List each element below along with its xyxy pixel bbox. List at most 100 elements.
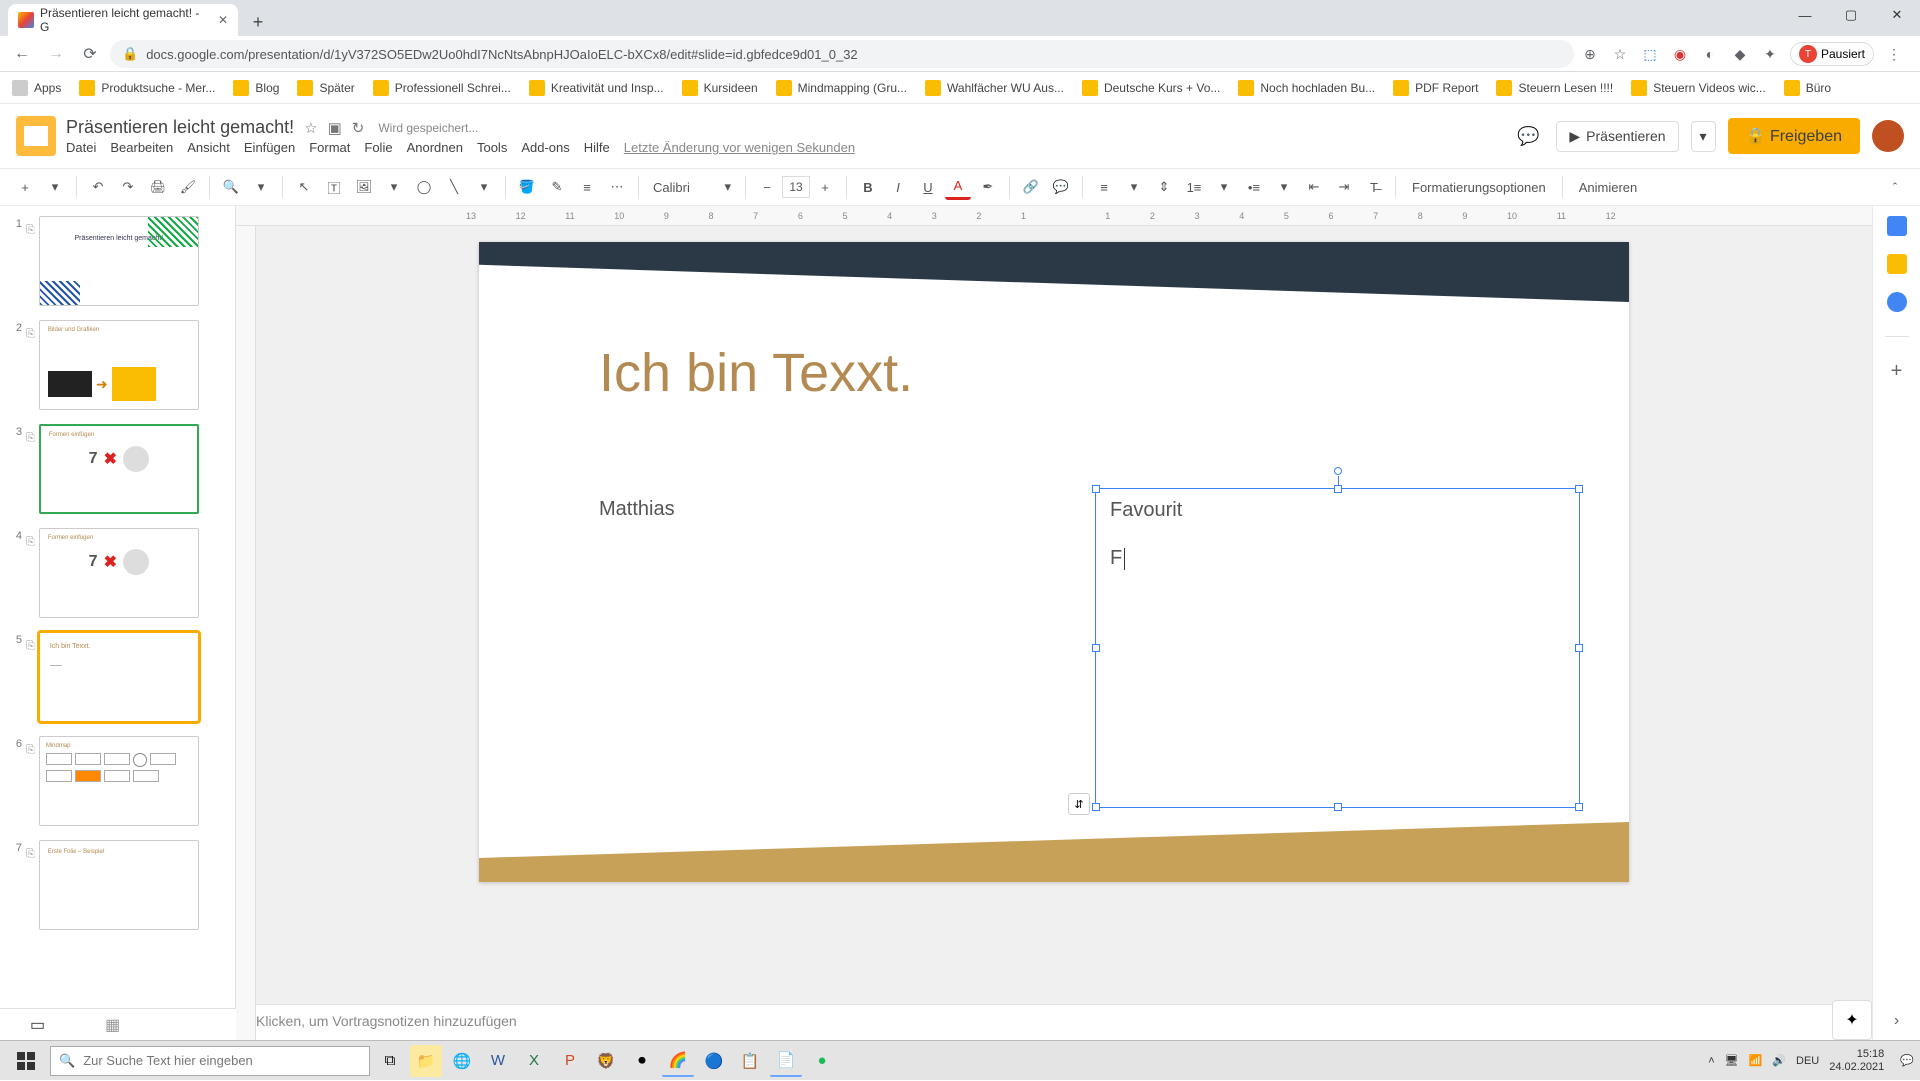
browser-tab[interactable]: Präsentieren leicht gemacht! - G ✕ [8,4,238,36]
line-dropdown[interactable]: ▾ [471,174,497,200]
task-view-icon[interactable]: ⧉ [374,1045,406,1077]
resize-handle-se[interactable] [1575,803,1583,811]
ext1-icon[interactable]: ⬚ [1640,44,1660,64]
taskbar-search[interactable]: 🔍 Zur Suche Text hier eingeben [50,1046,370,1076]
align-button[interactable]: ≡ [1091,174,1117,200]
extensions-icon[interactable]: ✦ [1760,44,1780,64]
menu-arrange[interactable]: Anordnen [407,140,463,155]
textbox-line1[interactable]: Favourit [1110,499,1182,522]
slide-title-text[interactable]: Ich bin Texxt. [599,342,913,404]
tray-clock[interactable]: 15:18 24.02.2021 [1829,1048,1890,1074]
font-size-increase[interactable]: + [812,174,838,200]
image-tool[interactable]: 🖼 [351,174,377,200]
text-color[interactable]: A [945,174,971,200]
last-edit-link[interactable]: Letzte Änderung vor wenigen Sekunden [624,140,855,155]
slide-thumb-3[interactable]: Formen einfügen 7 ✖ [39,424,199,514]
animate-button[interactable]: Animieren [1571,180,1646,195]
new-slide-button[interactable]: + [12,174,38,200]
resize-handle-nw[interactable] [1092,485,1100,493]
list-dropdown[interactable]: ▾ [1211,174,1237,200]
star-icon[interactable]: ☆ [1610,44,1630,64]
link-button[interactable]: 🔗 [1018,174,1044,200]
tray-expand-icon[interactable]: ˄ [1708,1055,1714,1067]
bookmark-item[interactable]: Wahlfächer WU Aus... [925,80,1064,96]
italic-button[interactable]: I [885,174,911,200]
edge2-icon[interactable]: 🔵 [698,1045,730,1077]
border-dash[interactable]: ⋯ [604,174,630,200]
window-minimize[interactable]: — [1782,0,1828,30]
back-button[interactable]: ← [8,40,36,68]
account-avatar[interactable] [1872,120,1904,152]
forward-button[interactable]: → [42,40,70,68]
selected-textbox[interactable]: Favourit F ⇵ [1095,488,1580,808]
fill-color[interactable]: 🪣 [514,174,540,200]
tray-wifi-icon[interactable]: 📶 [1749,1054,1763,1067]
bullet-list[interactable]: •≡ [1241,174,1267,200]
ext4-icon[interactable]: ◆ [1730,44,1750,64]
select-tool[interactable]: ↖ [291,174,317,200]
shape-tool[interactable]: ◯ [411,174,437,200]
slide-thumb-1[interactable]: Präsentieren leicht gemacht! [39,216,199,306]
resize-handle-ne[interactable] [1575,485,1583,493]
bookmark-item[interactable]: Kursideen [682,80,758,96]
tray-volume-icon[interactable]: 🔊 [1772,1054,1786,1067]
new-slide-dropdown[interactable]: ▾ [42,174,68,200]
notifications-icon[interactable]: 💬 [1900,1054,1914,1067]
zoom-dropdown[interactable]: ▾ [248,174,274,200]
window-close[interactable]: ✕ [1874,0,1920,30]
bold-button[interactable]: B [855,174,881,200]
obs-icon[interactable]: ⏺ [626,1045,658,1077]
resize-handle-s[interactable] [1334,803,1342,811]
format-options-button[interactable]: Formatierungsoptionen [1404,180,1554,195]
menu-tools[interactable]: Tools [477,140,507,155]
excel-icon[interactable]: X [518,1045,550,1077]
add-addon-icon[interactable]: + [1887,361,1907,381]
slide-panel[interactable]: 1 ⎘ Präsentieren leicht gemacht! 2 ⎘ Bil… [0,206,236,1040]
bookmark-item[interactable]: Professionell Schrei... [373,80,511,96]
resize-handle-e[interactable] [1575,644,1583,652]
present-dropdown[interactable]: ▾ [1691,121,1716,152]
bookmark-apps[interactable]: Apps [12,80,61,96]
brave-icon[interactable]: 🦁 [590,1045,622,1077]
zoom-button[interactable]: 🔍 [218,174,244,200]
menu-view[interactable]: Ansicht [187,140,230,155]
align-dropdown[interactable]: ▾ [1121,174,1147,200]
menu-slide[interactable]: Folie [364,140,392,155]
reload-button[interactable]: ⟳ [76,40,104,68]
speaker-notes[interactable]: Klicken, um Vortragsnotizen hinzuzufügen [236,1004,1872,1040]
ext2-icon[interactable]: ◉ [1670,44,1690,64]
font-size-input[interactable]: 13 [782,176,810,198]
border-color[interactable]: ✎ [544,174,570,200]
font-family-select[interactable]: Calibri▾ [647,177,737,197]
bookmark-item[interactable]: Steuern Lesen !!!! [1496,80,1613,96]
show-side-panel[interactable]: › [1894,1012,1899,1030]
star-doc-icon[interactable]: ☆ [304,119,317,137]
menu-help[interactable]: Hilfe [584,140,610,155]
redo-button[interactable]: ↷ [115,174,141,200]
zoom-icon[interactable]: ⊕ [1580,44,1600,64]
indent-decrease[interactable]: ⇤ [1301,174,1327,200]
calendar-icon[interactable] [1887,216,1907,236]
bookmark-item[interactable]: Produktsuche - Mer... [79,80,215,96]
address-bar[interactable]: 🔒 docs.google.com/presentation/d/1yV372S… [110,40,1574,68]
bookmark-item[interactable]: Später [297,80,354,96]
comment-button[interactable]: 💬 [1048,174,1074,200]
ext3-icon[interactable]: ◐ [1700,44,1720,64]
print-button[interactable]: 🖨 [145,174,171,200]
paint-format-button[interactable]: 🖌 [175,174,201,200]
explore-button[interactable]: ✦ [1832,1000,1872,1040]
slides-logo[interactable] [16,116,56,156]
bookmark-item[interactable]: PDF Report [1393,80,1478,96]
filmstrip-view-icon[interactable]: ▭ [30,1015,45,1035]
window-maximize[interactable]: ▢ [1828,0,1874,30]
resize-handle-sw[interactable] [1092,803,1100,811]
slide-thumb-4[interactable]: Formen einfügen 7 ✖ [39,528,199,618]
spotify-icon[interactable]: ● [806,1045,838,1077]
doc-title[interactable]: Präsentieren leicht gemacht! [66,117,294,138]
slide-thumb-6[interactable]: Mindmap [39,736,199,826]
bookmark-item[interactable]: Mindmapping (Gru... [776,80,907,96]
slide-body-left[interactable]: Matthias [599,498,675,521]
start-button[interactable] [6,1041,46,1081]
textbox-line2[interactable]: F [1110,547,1125,570]
menu-icon[interactable]: ⋮ [1884,44,1904,64]
